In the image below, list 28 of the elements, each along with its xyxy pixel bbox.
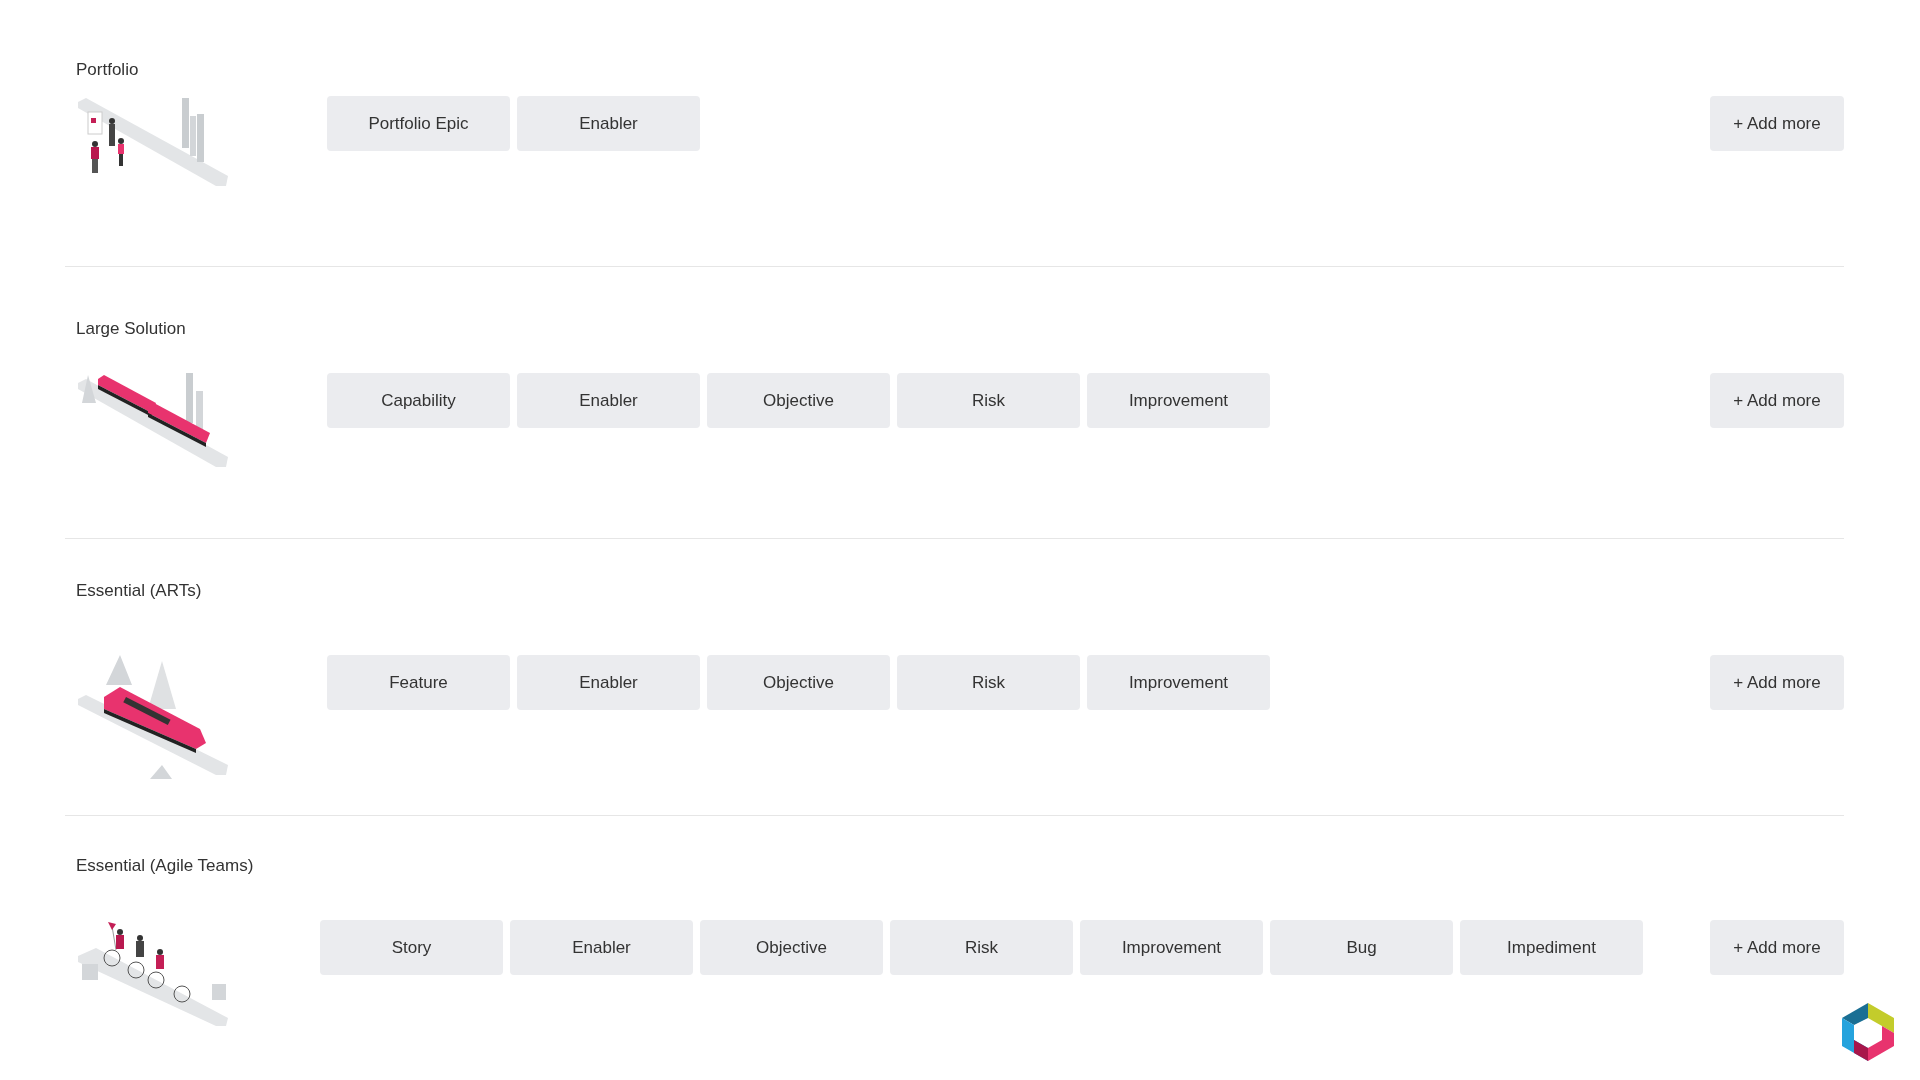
item-type-button[interactable]: Objective	[700, 920, 883, 975]
item-type-button[interactable]: Bug	[1270, 920, 1453, 975]
add-more-button[interactable]: + Add more	[1710, 920, 1844, 975]
add-more-button[interactable]: + Add more	[1710, 96, 1844, 151]
item-type-button[interactable]: Impediment	[1460, 920, 1643, 975]
item-type-button[interactable]: Risk	[897, 373, 1080, 428]
logo-icon	[1842, 1003, 1894, 1061]
section-title: Portfolio	[75, 59, 140, 81]
item-type-button[interactable]: Portfolio Epic	[327, 96, 510, 151]
item-type-button[interactable]: Objective	[707, 655, 890, 710]
item-type-button[interactable]: Enabler	[517, 373, 700, 428]
section-title: Essential (ARTs)	[75, 580, 203, 602]
item-type-button[interactable]: Story	[320, 920, 503, 975]
item-type-button[interactable]: Objective	[707, 373, 890, 428]
item-type-button[interactable]: Risk	[897, 655, 1080, 710]
item-type-button[interactable]: Risk	[890, 920, 1073, 975]
section-title: Essential (Agile Teams)	[75, 855, 255, 877]
item-type-button[interactable]: Capability	[327, 373, 510, 428]
add-more-button[interactable]: + Add more	[1710, 655, 1844, 710]
item-type-button[interactable]: Improvement	[1087, 655, 1270, 710]
item-type-button[interactable]: Feature	[327, 655, 510, 710]
add-more-button[interactable]: + Add more	[1710, 373, 1844, 428]
item-type-button[interactable]: Enabler	[510, 920, 693, 975]
item-type-button[interactable]: Improvement	[1080, 920, 1263, 975]
item-type-button[interactable]: Improvement	[1087, 373, 1270, 428]
item-type-button[interactable]: Enabler	[517, 96, 700, 151]
item-type-button[interactable]: Enabler	[517, 655, 700, 710]
section-title: Large Solution	[75, 318, 187, 340]
